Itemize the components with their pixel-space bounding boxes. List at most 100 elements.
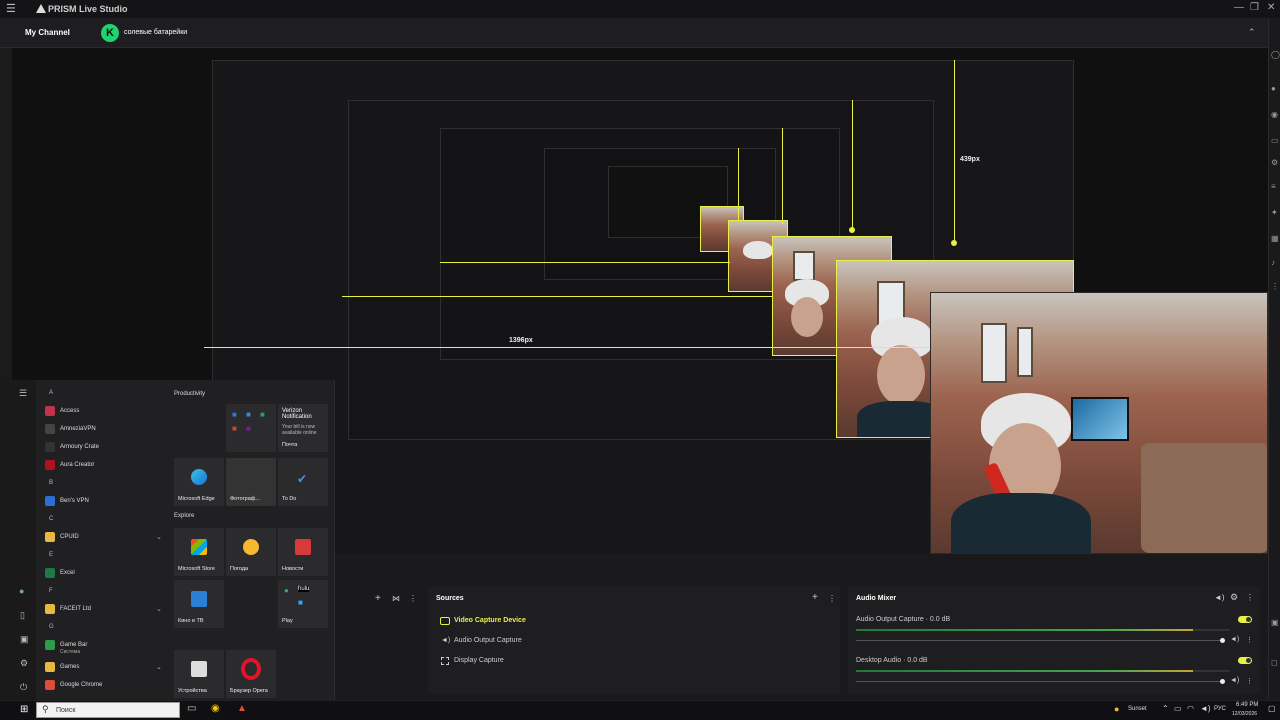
app-label: Google Chrome — [60, 682, 103, 688]
guide-handle[interactable] — [951, 240, 957, 246]
speaker-icon[interactable]: ◄) — [1230, 636, 1239, 643]
chat-icon[interactable]: ◯ — [1271, 50, 1280, 59]
app-label: Ben's VPN — [60, 498, 89, 504]
app-icon — [45, 496, 55, 506]
chevron-down-icon[interactable]: ⌄ — [156, 533, 162, 541]
close-icon[interactable]: ✕ — [1267, 2, 1275, 13]
side-action-icon[interactable]: ▣ — [1271, 618, 1279, 627]
clock-time[interactable]: 6:49 PM — [1236, 702, 1258, 708]
start-menu: ☰ ● ▯ ▣ ⚙ ⏻ Productivity Explore ■ ■ ■ ■… — [0, 380, 335, 700]
weather-tile[interactable]: Погода — [226, 528, 276, 576]
app-label: Access — [60, 408, 80, 414]
height-label: 439px — [960, 156, 980, 163]
add-source-icon[interactable]: + — [812, 592, 818, 603]
office-tile[interactable]: ■ ■ ■ ■ ■ — [226, 404, 276, 452]
grid-icon[interactable]: ▦ — [1271, 234, 1279, 243]
hamburger-icon[interactable]: ☰ — [19, 388, 27, 399]
sunset-icon: ● — [1114, 704, 1120, 714]
channel-more-icon[interactable]: ⋮ — [1246, 636, 1253, 644]
weather-widget[interactable]: Sunset — [1128, 706, 1147, 712]
chevron-down-icon[interactable]: ⌄ — [156, 663, 162, 671]
speaker-icon[interactable]: ◄) — [1230, 677, 1239, 684]
chevron-down-icon[interactable]: ⌄ — [156, 605, 162, 613]
volume-knob[interactable] — [1220, 638, 1225, 643]
language-indicator[interactable]: РУС — [1214, 706, 1226, 712]
avatar[interactable]: ● — [19, 586, 24, 596]
screen-icon[interactable]: ▭ — [1271, 136, 1279, 145]
news-tile[interactable]: Новости — [278, 528, 328, 576]
source-more-icon[interactable]: ⋮ — [828, 594, 836, 603]
photos-tile[interactable]: Фотограф... — [226, 458, 276, 506]
tray-chevron-icon[interactable]: ⌃ — [1162, 704, 1169, 713]
volume-slider[interactable] — [856, 681, 1222, 682]
source-item[interactable]: Display Capture — [454, 657, 504, 664]
gear-icon[interactable]: ⚙ — [1230, 592, 1238, 603]
store-tile[interactable]: Microsoft Store — [174, 528, 224, 576]
edge-tile[interactable]: Microsoft Edge — [174, 458, 224, 506]
my-channel-tab[interactable]: My Channel — [25, 28, 70, 37]
gear-icon[interactable]: ⚙ — [20, 658, 28, 669]
checkmark-icon: ✔ — [297, 472, 308, 486]
taskbar-search[interactable]: ⚲ Поиск — [36, 702, 180, 718]
volume-slider[interactable] — [856, 640, 1222, 641]
pictures-icon[interactable]: ▣ — [20, 634, 29, 645]
more-icon[interactable]: ⋮ — [409, 594, 417, 603]
minimize-icon[interactable]: — — [1234, 2, 1244, 13]
app-icon — [45, 442, 55, 452]
volume-knob[interactable] — [1220, 679, 1225, 684]
app-icon — [45, 680, 55, 690]
notification-icon[interactable]: ▢ — [1268, 704, 1276, 713]
restore-icon[interactable]: ❐ — [1250, 2, 1259, 13]
opera-tile[interactable]: Браузер Opera — [226, 650, 276, 698]
audio-mixer-panel: Audio Mixer ◄) ⚙ ⋮ Audio Output Capture … — [848, 586, 1260, 694]
network-icon[interactable]: ▭ — [1174, 704, 1182, 713]
task-view-icon[interactable]: ▭ — [187, 703, 196, 714]
transition-icon[interactable]: ⋈ — [392, 594, 400, 603]
channel-more-icon[interactable]: ⋮ — [1246, 677, 1253, 685]
filter-icon[interactable]: ⋮ — [1271, 282, 1279, 291]
todo-tile[interactable]: ✔ To Do — [278, 458, 328, 506]
layers-icon[interactable]: ≡ — [1271, 182, 1276, 191]
guide-handle-2[interactable] — [849, 227, 855, 233]
channel-avatar[interactable]: K — [101, 24, 119, 42]
opera-icon — [241, 658, 261, 681]
source-item[interactable]: Audio Output Capture — [454, 637, 522, 644]
section-letter: F — [49, 588, 53, 594]
clock-date[interactable]: 12/03/2026 — [1232, 711, 1257, 717]
app-icon — [45, 640, 55, 650]
menu-icon[interactable]: ☰ — [6, 2, 16, 15]
windows-start-icon[interactable]: ⊞ — [20, 704, 28, 715]
width-label: 1396px — [509, 337, 533, 344]
chrome-icon[interactable]: ◉ — [211, 703, 220, 714]
mixer-toggle[interactable] — [1238, 657, 1252, 664]
devices-tile[interactable]: Устройства — [174, 650, 224, 698]
effects-icon[interactable]: ✦ — [1271, 208, 1278, 217]
music-icon[interactable]: ♪ — [1271, 258, 1275, 267]
add-scene-icon[interactable]: + — [375, 593, 381, 604]
camera-icon[interactable]: ◉ — [1271, 110, 1278, 119]
news-label: Новости — [282, 566, 304, 572]
document-icon[interactable]: ▯ — [20, 610, 25, 621]
webcam-feed[interactable] — [930, 292, 1268, 554]
prism-taskbar-icon[interactable]: ▲ — [237, 703, 247, 714]
volume-icon[interactable]: ◄) — [1214, 593, 1225, 602]
mic-icon[interactable]: ● — [1271, 84, 1276, 93]
sources-panel: Sources + ⋮ Video Capture Device ◄) Audi… — [428, 586, 840, 694]
wifi-icon[interactable]: ◠ — [1187, 704, 1194, 713]
movies-tile[interactable]: Кино и ТВ — [174, 580, 224, 628]
mail-tile[interactable]: Verizon Notification Your bill is now av… — [278, 404, 328, 452]
chevron-up-icon[interactable]: ⌃ — [1248, 27, 1256, 38]
mixer-channel-label: Desktop Audio · 0.0 dB — [856, 657, 928, 664]
app-sublabel: Система — [60, 649, 81, 655]
gear-icon[interactable]: ⚙ — [1271, 158, 1278, 167]
comment-icon[interactable]: ◻ — [1271, 658, 1278, 667]
app-label: Games — [60, 664, 80, 670]
source-item[interactable]: Video Capture Device — [454, 617, 526, 624]
power-icon[interactable]: ⏻ — [20, 682, 27, 693]
mixer-more-icon[interactable]: ⋮ — [1246, 593, 1254, 602]
play-tile[interactable]: ● hulu ■ Play — [278, 580, 328, 628]
store-icon — [191, 539, 207, 556]
mixer-toggle[interactable] — [1238, 616, 1252, 623]
volume-icon[interactable]: ◄) — [1200, 704, 1211, 713]
channel-name[interactable]: солевые батарейки — [124, 29, 187, 36]
